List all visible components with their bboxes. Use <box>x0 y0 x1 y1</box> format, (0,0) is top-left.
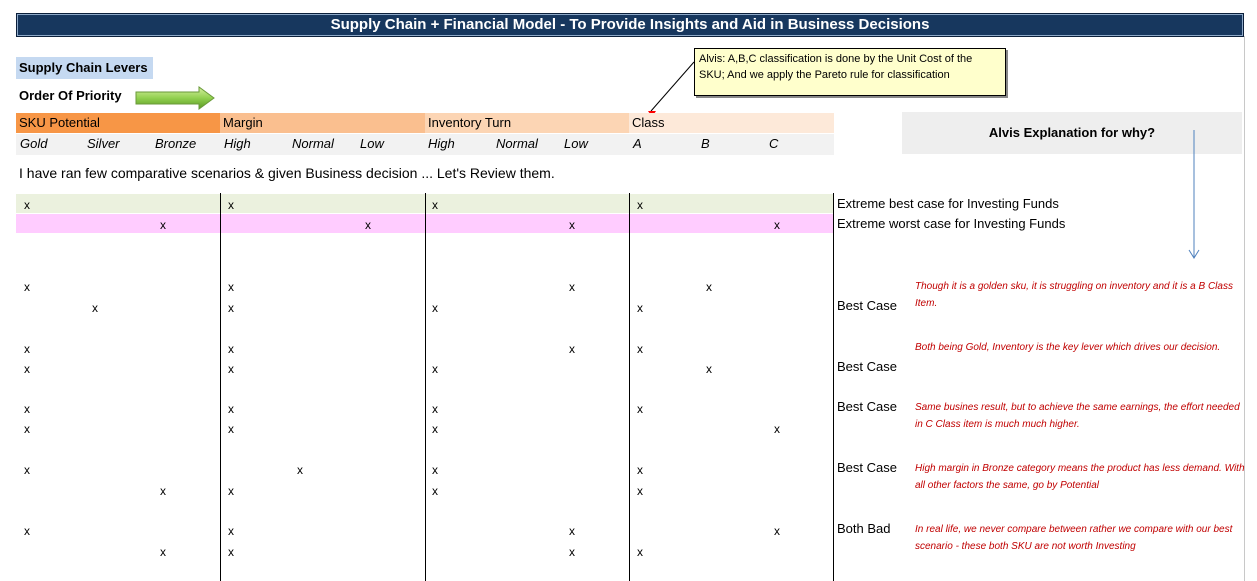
option-margin-normal: Normal <box>292 136 334 151</box>
mark: x <box>637 342 643 356</box>
mark: x <box>24 342 30 356</box>
mark: x <box>24 198 30 212</box>
mark: x <box>774 422 780 436</box>
mark: x <box>228 301 234 315</box>
option-inv-normal: Normal <box>496 136 538 151</box>
mark: x <box>228 198 234 212</box>
option-silver: Silver <box>87 136 120 151</box>
mark: x <box>569 218 575 232</box>
extreme-worst-label: Extreme worst case for Investing Funds <box>837 216 1066 231</box>
mark: x <box>637 484 643 498</box>
lever-inventory-turn: Inventory Turn <box>425 113 629 133</box>
scenario-5-explanation: In real life, we never compare between r… <box>915 524 1233 552</box>
mark: x <box>24 402 30 416</box>
priority-label: Order Of Priority <box>19 88 122 103</box>
extreme-best-label: Extreme best case for Investing Funds <box>837 196 1059 211</box>
page-title: Supply Chain + Financial Model - To Prov… <box>16 13 1244 37</box>
mark: x <box>569 545 575 559</box>
mark: x <box>569 342 575 356</box>
mark: x <box>637 301 643 315</box>
mark: x <box>297 463 303 477</box>
mark: x <box>160 545 166 559</box>
down-arrow-icon <box>1188 130 1200 259</box>
lever-sku-potential: SKU Potential <box>16 113 220 133</box>
mark: x <box>228 422 234 436</box>
mark: x <box>24 422 30 436</box>
mark: x <box>432 463 438 477</box>
mark: x <box>432 362 438 376</box>
mark: x <box>637 463 643 477</box>
mark: x <box>706 280 712 294</box>
option-bronze: Bronze <box>155 136 197 151</box>
mark: x <box>24 362 30 376</box>
mark: x <box>228 484 234 498</box>
scenario-1-label: Best Case <box>837 298 897 313</box>
mark: x <box>432 484 438 498</box>
mark: x <box>432 422 438 436</box>
mark: x <box>569 524 575 538</box>
mark: x <box>160 484 166 498</box>
mark: x <box>432 198 438 212</box>
mark: x <box>24 280 30 294</box>
option-class-a: A <box>633 136 642 151</box>
mark: x <box>637 198 643 212</box>
option-margin-low: Low <box>360 136 384 151</box>
option-class-c: C <box>769 136 779 151</box>
scenario-3-explanation: Same busines result, but to achieve the … <box>915 402 1240 430</box>
mark: x <box>228 524 234 538</box>
column-divider <box>220 193 221 581</box>
option-class-b: B <box>701 136 710 151</box>
comment-pointer <box>650 61 695 112</box>
mark: x <box>228 280 234 294</box>
option-inv-low: Low <box>564 136 588 151</box>
mark: x <box>774 524 780 538</box>
scenario-3-label: Best Case <box>837 399 897 414</box>
mark: x <box>228 342 234 356</box>
scenario-2-label: Best Case <box>837 359 897 374</box>
mark: x <box>432 402 438 416</box>
column-divider <box>833 193 834 581</box>
option-inv-high: High <box>428 136 455 151</box>
scenario-5-label: Both Bad <box>837 521 891 536</box>
scenario-intro: I have ran few comparative scenarios & g… <box>19 165 555 181</box>
mark: x <box>774 218 780 232</box>
mark: x <box>228 402 234 416</box>
mark: x <box>160 218 166 232</box>
lever-class: Class <box>629 113 834 133</box>
mark: x <box>92 301 98 315</box>
priority-arrow-icon <box>135 86 215 110</box>
mark: x <box>706 362 712 376</box>
classification-comment: Alvis: A,B,C classification is done by t… <box>694 48 1006 96</box>
mark: x <box>228 362 234 376</box>
scenario-2-explanation: Both being Gold, Inventory is the key le… <box>915 342 1221 353</box>
lever-margin: Margin <box>220 113 425 133</box>
scenario-4-label: Best Case <box>837 460 897 475</box>
scenario-1-explanation: Though it is a golden sku, it is struggl… <box>915 281 1233 309</box>
mark: x <box>24 524 30 538</box>
column-divider <box>629 193 630 581</box>
mark: x <box>432 301 438 315</box>
mark: x <box>569 280 575 294</box>
column-divider <box>425 193 426 581</box>
mark: x <box>637 402 643 416</box>
lever-options-row <box>16 134 834 155</box>
scenario-4-explanation: High margin in Bronze category means the… <box>915 463 1245 491</box>
mark: x <box>637 545 643 559</box>
option-margin-high: High <box>224 136 251 151</box>
option-gold: Gold <box>20 136 48 151</box>
mark: x <box>228 545 234 559</box>
mark: x <box>365 218 371 232</box>
mark: x <box>24 463 30 477</box>
levers-label: Supply Chain Levers <box>16 57 153 79</box>
